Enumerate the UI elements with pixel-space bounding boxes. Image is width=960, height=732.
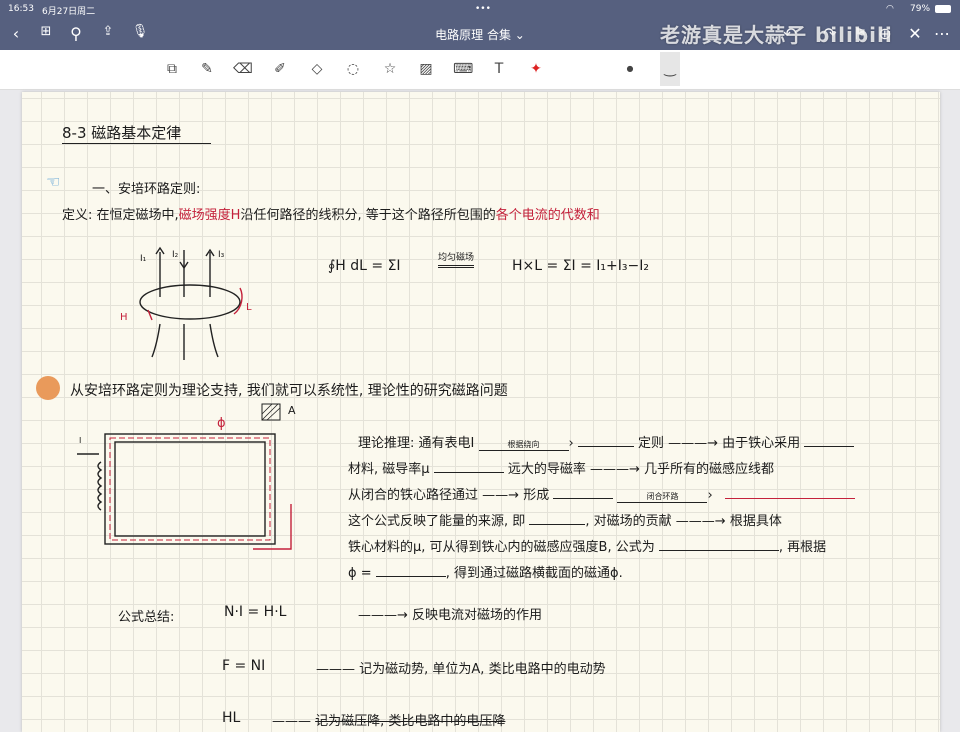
note-page[interactable]: 8-3 磁路基本定律 ☜ 一、安培环路定则: 定义: 在恒定磁场中,磁场强度H沿… bbox=[22, 92, 940, 732]
close-icon[interactable]: ✕ bbox=[905, 24, 925, 43]
formula-2: F = NI bbox=[222, 658, 266, 674]
status-time: 16:53 bbox=[8, 4, 34, 14]
uniform-field-arrow: 均匀磁场 bbox=[438, 250, 475, 268]
area-label: A bbox=[288, 404, 296, 417]
reasoning-line-2: 材料, 磁导率μ 远大的导磁率 ———→ 几乎所有的磁感应线都 bbox=[348, 462, 775, 477]
formula-1: N·I = H·L bbox=[224, 604, 287, 620]
pen-stroke-selected[interactable]: ‿ bbox=[660, 52, 680, 86]
lasso-icon[interactable]: ◌ bbox=[343, 59, 363, 79]
multitask-dots[interactable]: ••• bbox=[475, 4, 491, 14]
h-label: H bbox=[120, 312, 128, 323]
battery-percent: 79% bbox=[910, 4, 931, 14]
tool-bar: ⧉ ✎ ⌫ ✐ ◇ ◌ ☆ ▨ ⌨ T ✦ ● ‿ bbox=[0, 50, 960, 90]
laser-pointer-icon[interactable]: ✦ bbox=[526, 59, 546, 79]
eraser-icon[interactable]: ⌫ bbox=[233, 59, 253, 79]
reasoning-line-5: 铁心材料的μ, 可从得到铁心内的磁感应强度B, 公式为 , 再根据 bbox=[348, 540, 827, 555]
image-icon[interactable]: ▨ bbox=[416, 59, 436, 79]
watermark: 老游真是大蒜子 bilibili bbox=[660, 23, 893, 47]
magnetic-core-diagram bbox=[77, 403, 292, 550]
formula-2-desc: ——— 记为磁动势, 单位为A, 类比电路中的电动势 bbox=[316, 662, 606, 677]
reasoning-line-3: 从闭合的铁心路径通过 ——→ 形成 闭合环路 › bbox=[348, 484, 855, 503]
status-bar: 16:53 6月27日周二 ••• ◠ 79% bbox=[0, 0, 960, 18]
zoom-window-icon[interactable]: ⧉ bbox=[162, 59, 182, 79]
basketball-icon bbox=[36, 376, 60, 400]
status-date: 6月27日周二 bbox=[42, 7, 96, 17]
formula-3: HL bbox=[222, 710, 241, 726]
highlighter-icon[interactable]: ✐ bbox=[270, 59, 290, 79]
shapes-icon[interactable]: ◇ bbox=[307, 59, 327, 79]
flux-label: ϕ bbox=[217, 416, 226, 431]
l-label: L bbox=[246, 302, 252, 313]
current-label-1: I₁ bbox=[140, 254, 147, 264]
current-label-2: I₂ bbox=[172, 250, 179, 260]
integral-equation: ∮H dL = ΣI bbox=[328, 258, 401, 274]
text-icon[interactable]: T bbox=[489, 59, 509, 79]
pen-icon[interactable]: ✎ bbox=[197, 59, 217, 79]
current-input-label: I bbox=[79, 436, 82, 445]
keyboard-icon[interactable]: ⌨ bbox=[453, 59, 473, 79]
formula-summary-label: 公式总结: bbox=[118, 610, 175, 625]
reasoning-line-6: ϕ = , 得到通过磁路横截面的磁通ϕ. bbox=[348, 566, 623, 581]
definition-line: 定义: 在恒定磁场中,磁场强度H沿任何路径的线积分, 等于这个路径所包围的各个电… bbox=[62, 208, 600, 223]
section-ampere-law: 一、安培环路定则: bbox=[92, 182, 201, 197]
reasoning-line-4: 这个公式反映了能量的来源, 即 , 对磁场的贡献 ———→ 根据具体 bbox=[348, 514, 782, 529]
more-icon[interactable]: ⋯ bbox=[932, 24, 952, 43]
pen-size-dot[interactable]: ● bbox=[620, 59, 640, 79]
wifi-icon: ◠ bbox=[886, 4, 894, 14]
reasoning-line-1: 理论推理: 通有表电I 根据绕向 › 定则 ———→ 由于铁心采用 bbox=[358, 432, 855, 451]
elements-icon[interactable]: ☆ bbox=[380, 59, 400, 79]
heading: 8-3 磁路基本定律 bbox=[62, 122, 212, 144]
formula-1-desc: ———→ 反映电流对磁场的作用 bbox=[358, 608, 543, 623]
result-equation: H×L = ΣI = I₁+I₃−I₂ bbox=[512, 258, 649, 274]
section-magnetic-circuit: 从安培环路定则为理论支持, 我们就可以系统性, 理论性的研究磁路问题 bbox=[70, 383, 508, 399]
hand-pointer-icon: ☜ bbox=[46, 172, 61, 191]
battery-icon bbox=[935, 5, 951, 13]
current-label-3: I₃ bbox=[218, 250, 225, 260]
